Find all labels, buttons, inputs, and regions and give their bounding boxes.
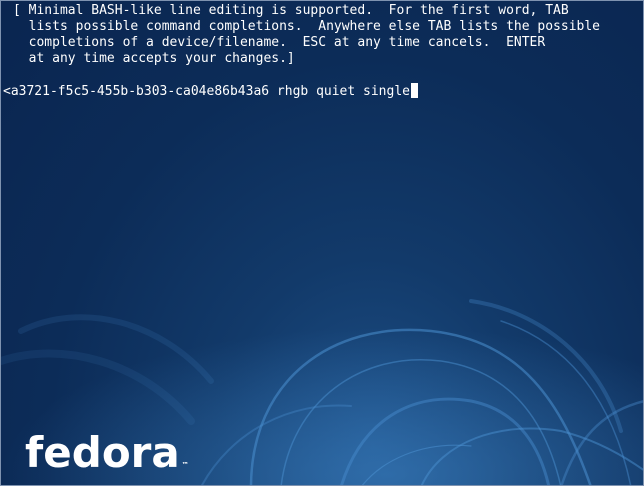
command-line-text: <a3721-f5c5-455b-b303-ca04e86b43a6 rhgb … [3,84,410,99]
fedora-logo: fedora ™ [25,421,189,477]
grub-edit-screen: [ Minimal BASH-like line editing is supp… [0,0,644,486]
help-line: [ Minimal BASH-like line editing is supp… [13,3,569,18]
help-text: [ Minimal BASH-like line editing is supp… [13,3,600,67]
help-line: completions of a device/filename. ESC at… [13,35,546,50]
background-swoosh-art [1,241,643,485]
help-line: at any time accepts your changes.] [13,51,295,66]
text-cursor [411,83,418,98]
help-line: lists possible command completions. Anyw… [13,19,600,34]
kernel-command-line-input[interactable]: <a3721-f5c5-455b-b303-ca04e86b43a6 rhgb … [3,83,418,100]
trademark-symbol: ™ [181,461,189,469]
fedora-logo-text: fedora [25,428,180,477]
